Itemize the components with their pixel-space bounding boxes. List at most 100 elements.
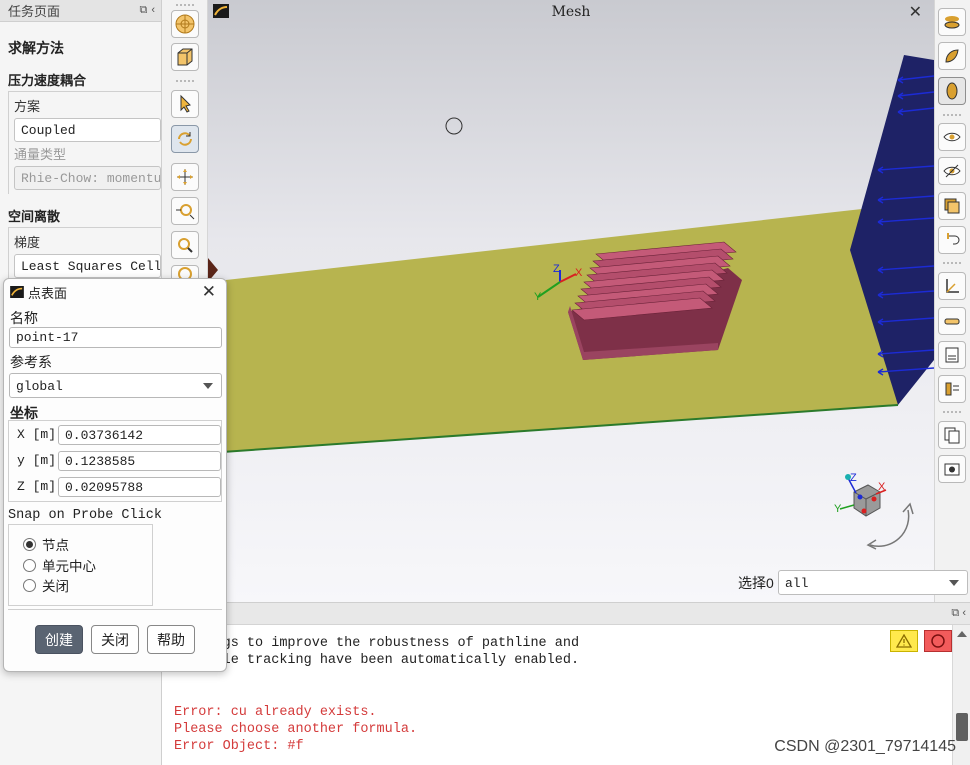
scroll-up-icon[interactable] xyxy=(957,631,967,637)
ellipse-icon xyxy=(946,82,958,100)
collapse-icon[interactable]: ‹ xyxy=(962,607,966,619)
gradient-dropdown[interactable]: Least Squares Cell xyxy=(14,254,161,278)
console-error-line: Please choose another formula. xyxy=(174,722,418,737)
pan-arrows-icon xyxy=(177,169,193,185)
snap-option-node[interactable]: 节点 xyxy=(23,534,69,554)
mesh-scene[interactable]: Z X Y Z X Y xyxy=(208,0,934,602)
undock-icon[interactable]: ⧉ xyxy=(951,607,959,619)
snap-option-label: 节点 xyxy=(42,538,69,553)
chevron-down-icon xyxy=(949,580,959,586)
ref-frame-dropdown[interactable]: global xyxy=(9,373,222,398)
triad-y-label: Y xyxy=(534,291,542,303)
name-input[interactable]: point-17 xyxy=(9,327,222,348)
y-input[interactable]: 0.1238585 xyxy=(58,451,221,471)
right-toolbar xyxy=(934,0,970,602)
help-button[interactable]: 帮助 xyxy=(147,625,195,654)
scrollbar-thumb[interactable] xyxy=(956,713,968,741)
rotate-tool-button[interactable] xyxy=(171,125,199,153)
console-line: particle tracking have been automaticall… xyxy=(174,653,580,668)
warning-triangle-icon xyxy=(896,634,912,648)
toolbar-separator xyxy=(943,114,961,116)
graphics-close-button[interactable]: ✕ xyxy=(909,2,922,22)
toolbar-separator xyxy=(176,4,194,6)
note-icon xyxy=(945,347,959,363)
selection-dropdown[interactable]: all xyxy=(778,570,968,595)
console-line: Settings to improve the robustness of pa… xyxy=(174,636,580,651)
x-input[interactable]: 0.03736142 xyxy=(58,425,221,445)
hide-button[interactable] xyxy=(938,157,966,185)
scheme-dropdown[interactable]: Coupled xyxy=(14,118,161,142)
orient-z-label: Z xyxy=(850,472,857,484)
solution-methods-heading: 求解方法 xyxy=(8,40,64,56)
pointer-tool-button[interactable] xyxy=(171,90,199,118)
scheme-label: 方案 xyxy=(14,99,41,114)
eye-icon xyxy=(943,132,961,142)
point-surface-dialog: 点表面 ✕ 名称 point-17 参考系 global 坐标 X [m] 0.… xyxy=(3,278,227,672)
pan-tool-button[interactable] xyxy=(171,163,199,191)
coordinates-group: X [m] 0.03736142 y [m] 0.1238585 Z [m] 0… xyxy=(8,420,222,502)
y-label: y [m] xyxy=(17,453,57,468)
axes-button[interactable] xyxy=(938,272,966,300)
legend-button[interactable] xyxy=(938,375,966,403)
snap-options-group: 节点 单元中心 关闭 xyxy=(8,524,153,606)
snap-label: Snap on Probe Click xyxy=(8,508,162,523)
console-error-text: Error: cu already exists. Please choose … xyxy=(174,704,417,755)
radio-icon[interactable] xyxy=(23,558,36,572)
watermark-text: CSDN @2301_79714145 xyxy=(774,738,956,755)
cursor-arrow-icon xyxy=(180,94,191,113)
snapshot-button[interactable] xyxy=(938,455,966,483)
toolbar-separator xyxy=(943,262,961,264)
chevron-down-icon xyxy=(203,383,213,389)
orient-x-label: X xyxy=(878,481,886,493)
view-front-button[interactable] xyxy=(938,8,966,36)
flux-type-dropdown[interactable]: Rhie-Chow: momentum xyxy=(14,166,161,190)
snap-option-cell-center[interactable]: 单元中心 xyxy=(23,555,96,575)
view-orientation-cube[interactable]: Z X Y xyxy=(834,472,914,550)
view-side-button[interactable] xyxy=(938,77,966,105)
graphics-window[interactable]: Z X Y Z X Y Mesh ✕ xyxy=(208,0,934,602)
bounding-box-button[interactable] xyxy=(171,43,199,71)
z-input[interactable]: 0.02095788 xyxy=(58,477,221,497)
radio-icon[interactable] xyxy=(23,578,36,592)
legend-icon xyxy=(945,382,959,396)
view-iso-button[interactable] xyxy=(938,42,966,70)
undo-view-button[interactable] xyxy=(938,226,966,254)
fluent-logo-icon xyxy=(10,286,24,298)
base-plate[interactable] xyxy=(208,205,898,453)
radio-selected-icon[interactable] xyxy=(23,537,36,551)
flux-type-label: 通量类型 xyxy=(14,147,67,162)
task-page-title: 任务页面 xyxy=(8,4,61,19)
zoom-icon xyxy=(176,204,195,220)
rotate-icon xyxy=(178,132,192,146)
dialog-close-icon[interactable]: ✕ xyxy=(202,282,216,302)
zoom-in-out-button[interactable] xyxy=(171,197,199,225)
zoom-box-button[interactable] xyxy=(171,231,199,259)
undock-icon[interactable]: ⧉ xyxy=(139,4,147,17)
collapse-icon[interactable]: ‹ xyxy=(151,4,155,17)
console-titlebar: ⧉ ‹ xyxy=(162,603,970,625)
pv-coupling-heading: 压力速度耦合 xyxy=(8,73,87,88)
pv-coupling-group: 方案 Coupled 通量类型 Rhie-Chow: momentum xyxy=(8,91,161,194)
selection-value: all xyxy=(785,576,809,591)
annotate-button[interactable] xyxy=(938,341,966,369)
close-button[interactable]: 关闭 xyxy=(91,625,139,654)
warnings-button[interactable] xyxy=(890,630,918,652)
mesh-display-button[interactable] xyxy=(171,10,199,38)
copy-view-button[interactable] xyxy=(938,192,966,220)
cursor-circle xyxy=(445,117,463,135)
snap-option-label: 关闭 xyxy=(42,579,69,594)
toolbar-separator xyxy=(176,80,194,82)
show-button[interactable] xyxy=(938,123,966,151)
ruler-button[interactable] xyxy=(938,307,966,335)
stack-icon xyxy=(944,198,960,214)
copy-image-button[interactable] xyxy=(938,421,966,449)
triad-x-label: X xyxy=(575,267,583,279)
camera-icon xyxy=(944,463,960,476)
axes-icon xyxy=(946,279,959,293)
selection-label: 选择0 xyxy=(738,575,774,591)
errors-button[interactable] xyxy=(924,630,952,652)
snap-option-label: 单元中心 xyxy=(42,559,96,574)
snap-option-off[interactable]: 关闭 xyxy=(23,575,69,595)
triad-z-label: Z xyxy=(553,263,560,275)
create-button[interactable]: 创建 xyxy=(35,625,83,654)
